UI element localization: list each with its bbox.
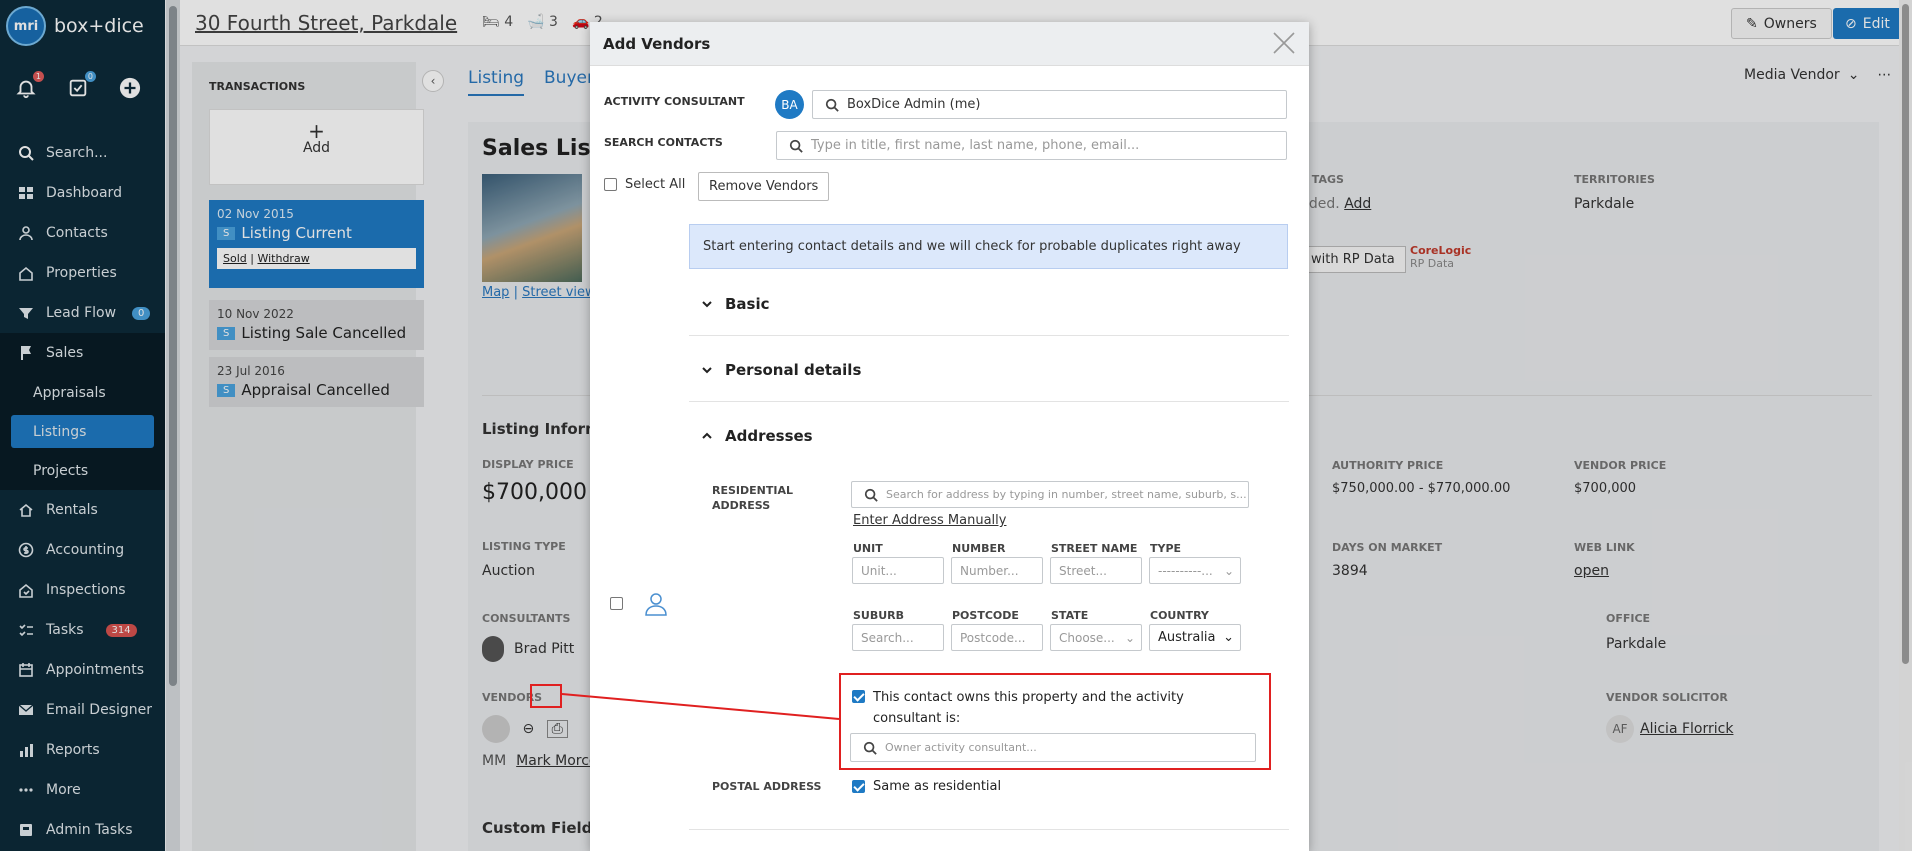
annotation-highlight-owner-option [839, 673, 1271, 770]
select-all-checkbox[interactable] [604, 178, 617, 191]
section-basic-label: Basic [725, 294, 770, 313]
search-icon [789, 139, 803, 153]
section-personal-details[interactable]: Personal details [689, 338, 1289, 402]
activity-consultant-label: ACTIVITY CONSULTANT [604, 95, 745, 108]
search-contacts-placeholder: Type in title, first name, last name, ph… [811, 138, 1140, 153]
same-as-residential-option[interactable]: Same as residential [852, 779, 1001, 794]
address-search-input[interactable]: Search for address by typing in number, … [851, 481, 1249, 508]
street-type-select[interactable]: ----------... ⌄ [1149, 557, 1241, 584]
select-all[interactable]: Select All [604, 177, 685, 192]
address-search-placeholder: Search for address by typing in number, … [886, 488, 1247, 501]
section-addresses-label: Addresses [725, 427, 813, 445]
person-icon [645, 593, 667, 616]
duplicate-info-banner: Start entering contact details and we wi… [689, 224, 1288, 269]
modal-header: Add Vendors [590, 22, 1309, 66]
street-type-value: ----------... [1158, 563, 1213, 578]
search-contacts-label: SEARCH CONTACTS [604, 136, 723, 149]
suburb-input[interactable]: Search... [852, 624, 944, 651]
chevron-down-icon: ⌄ [1223, 563, 1234, 578]
street-name-input[interactable]: Street... [1050, 557, 1142, 584]
suburb-label: SUBURB [853, 609, 905, 622]
state-value: Choose... [1059, 630, 1115, 645]
type-label: TYPE [1150, 542, 1182, 555]
state-label: STATE [1051, 609, 1089, 622]
enter-address-manually-link[interactable]: Enter Address Manually [853, 513, 1006, 528]
number-input[interactable]: Number... [951, 557, 1043, 584]
unit-input[interactable]: Unit... [852, 557, 944, 584]
country-value: Australia [1158, 630, 1216, 645]
chevron-down-icon [702, 366, 712, 373]
residential-address-label: RESIDENTIAL ADDRESS [712, 484, 793, 512]
country-label: COUNTRY [1150, 609, 1209, 622]
chevron-up-icon [702, 432, 712, 439]
section-personal-label: Personal details [725, 360, 862, 379]
row-selector-column [602, 222, 688, 851]
postal-address-label: POSTAL ADDRESS [712, 780, 822, 793]
annotation-highlight-vendor-icon [530, 684, 562, 708]
postcode-label: POSTCODE [952, 609, 1019, 622]
search-icon [864, 488, 878, 502]
consultant-avatar: BA [775, 90, 804, 119]
close-icon[interactable] [1271, 30, 1297, 56]
postcode-input[interactable]: Postcode... [951, 624, 1043, 651]
country-select[interactable]: Australia ⌄ [1149, 624, 1241, 651]
state-select[interactable]: Choose... ⌄ [1050, 624, 1142, 651]
search-contacts-input[interactable]: Type in title, first name, last name, ph… [776, 131, 1287, 160]
unit-label: UNIT [853, 542, 883, 555]
search-icon [825, 98, 839, 112]
chevron-down-icon: ⌄ [1124, 630, 1135, 645]
street-name-label: STREET NAME [1051, 542, 1138, 555]
section-basic[interactable]: Basic [689, 272, 1289, 336]
select-all-label: Select All [625, 177, 686, 192]
vendor-row-checkbox[interactable] [610, 597, 623, 610]
same-as-residential-label: Same as residential [873, 779, 1002, 794]
chevron-down-icon [702, 300, 712, 307]
section-addresses[interactable]: Addresses [689, 404, 1289, 468]
divider [689, 829, 1289, 830]
activity-consultant-value: BoxDice Admin (me) [847, 97, 981, 112]
same-as-residential-checkbox[interactable] [852, 780, 865, 793]
remove-vendors-button[interactable]: Remove Vendors [698, 172, 830, 201]
chevron-down-icon: ⌄ [1223, 630, 1234, 645]
number-label: NUMBER [952, 542, 1006, 555]
activity-consultant-field[interactable]: BoxDice Admin (me) [812, 90, 1287, 119]
modal-title: Add Vendors [603, 35, 711, 53]
